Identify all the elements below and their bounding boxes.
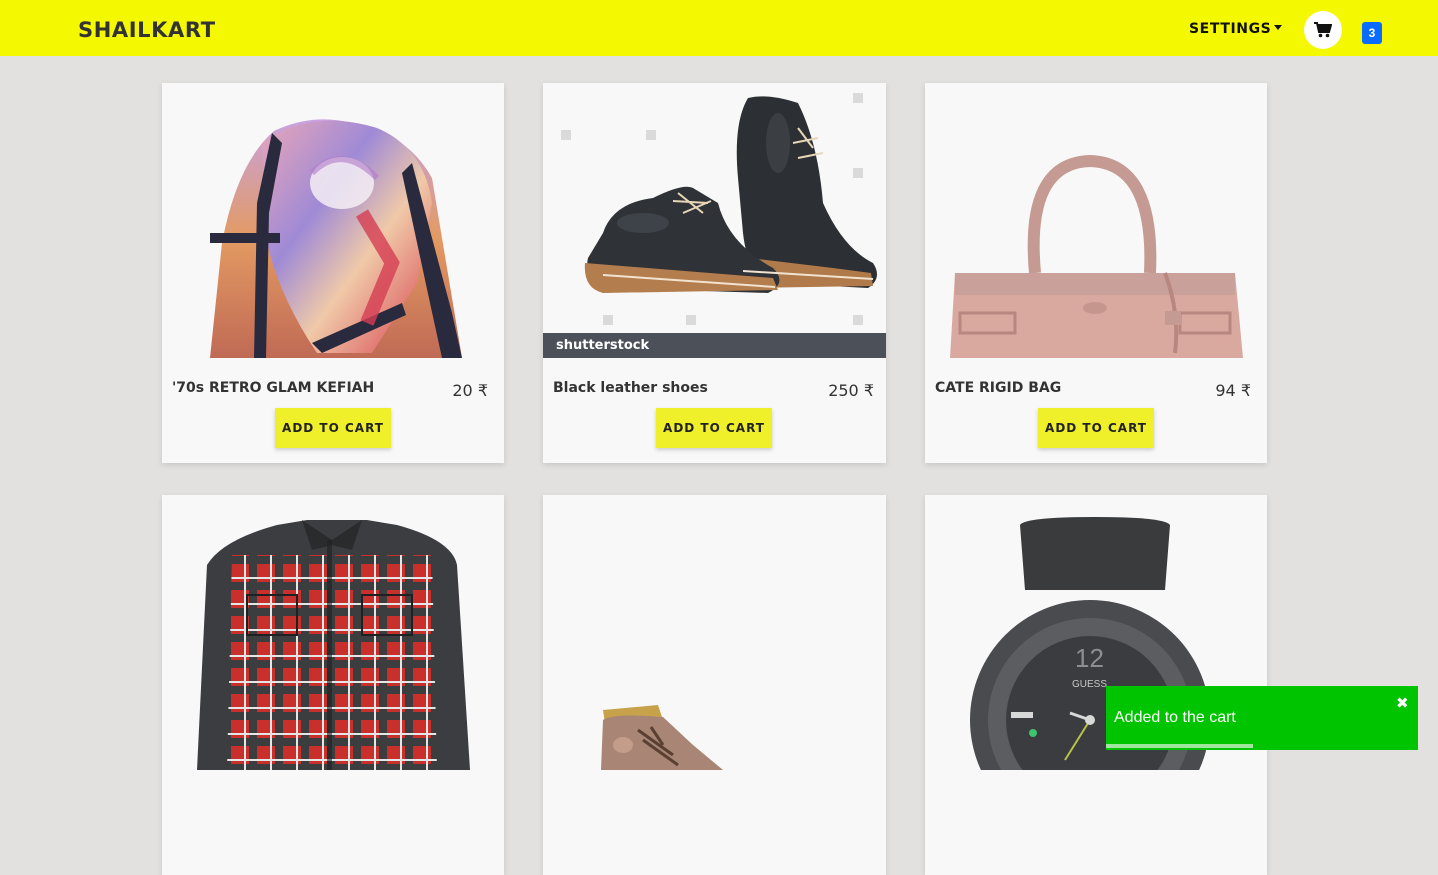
add-to-cart-button[interactable]: ADD TO CART bbox=[1038, 408, 1154, 448]
watermark-text: shutterstock bbox=[556, 338, 650, 353]
product-image-scarf[interactable] bbox=[162, 83, 504, 358]
svg-text:12: 12 bbox=[1075, 643, 1104, 673]
product-card: 12 GUESS bbox=[925, 495, 1267, 875]
product-price: 94 ₹ bbox=[1215, 381, 1251, 400]
product-price: 20 ₹ bbox=[452, 381, 488, 400]
boot-image bbox=[601, 705, 723, 770]
add-to-cart-button[interactable]: ADD TO CART bbox=[275, 408, 391, 448]
product-card bbox=[543, 495, 886, 875]
scarf-image bbox=[210, 119, 462, 358]
close-icon[interactable]: ✖ bbox=[1396, 694, 1409, 712]
shoes-image bbox=[561, 93, 877, 325]
toast-message: Added to the cart bbox=[1114, 709, 1236, 726]
product-image-boot[interactable] bbox=[543, 495, 886, 770]
settings-label: SETTINGS bbox=[1189, 21, 1272, 37]
plaid-shirt-image bbox=[197, 520, 470, 770]
added-to-cart-toast: Added to the cart ✖ bbox=[1106, 686, 1418, 750]
brand-logo[interactable]: SHAILKART bbox=[78, 18, 216, 42]
product-image-shoes[interactable]: shutterstock bbox=[543, 83, 886, 358]
settings-dropdown[interactable]: SETTINGS bbox=[1189, 21, 1283, 37]
product-card: shutterstock Black leather shoes 250 ₹ A… bbox=[543, 83, 886, 463]
product-card: '70s RETRO GLAM KEFIAH 20 ₹ ADD TO CART bbox=[162, 83, 504, 463]
product-price: 250 ₹ bbox=[828, 381, 874, 400]
product-card: CATE RIGID BAG 94 ₹ ADD TO CART bbox=[925, 83, 1267, 463]
product-image-shirt[interactable] bbox=[162, 495, 504, 770]
cart-count-badge: 3 bbox=[1362, 22, 1382, 44]
product-card bbox=[162, 495, 504, 875]
product-image-bag[interactable] bbox=[925, 83, 1267, 358]
watch-brand-text: GUESS bbox=[1072, 679, 1107, 690]
product-name[interactable]: '70s RETRO GLAM KEFIAH bbox=[172, 380, 374, 396]
product-name[interactable]: CATE RIGID BAG bbox=[935, 380, 1061, 396]
bag-image bbox=[950, 154, 1243, 358]
product-name[interactable]: Black leather shoes bbox=[553, 380, 708, 396]
watermark-bar: shutterstock bbox=[543, 333, 886, 358]
add-to-cart-button[interactable]: ADD TO CART bbox=[656, 408, 772, 448]
top-navbar: SHAILKART SETTINGS 3 bbox=[0, 0, 1438, 56]
cart-button[interactable] bbox=[1304, 11, 1342, 49]
caret-down-icon bbox=[1274, 25, 1283, 30]
shopping-cart-icon bbox=[1314, 22, 1332, 38]
toast-progress-bar bbox=[1106, 744, 1253, 748]
